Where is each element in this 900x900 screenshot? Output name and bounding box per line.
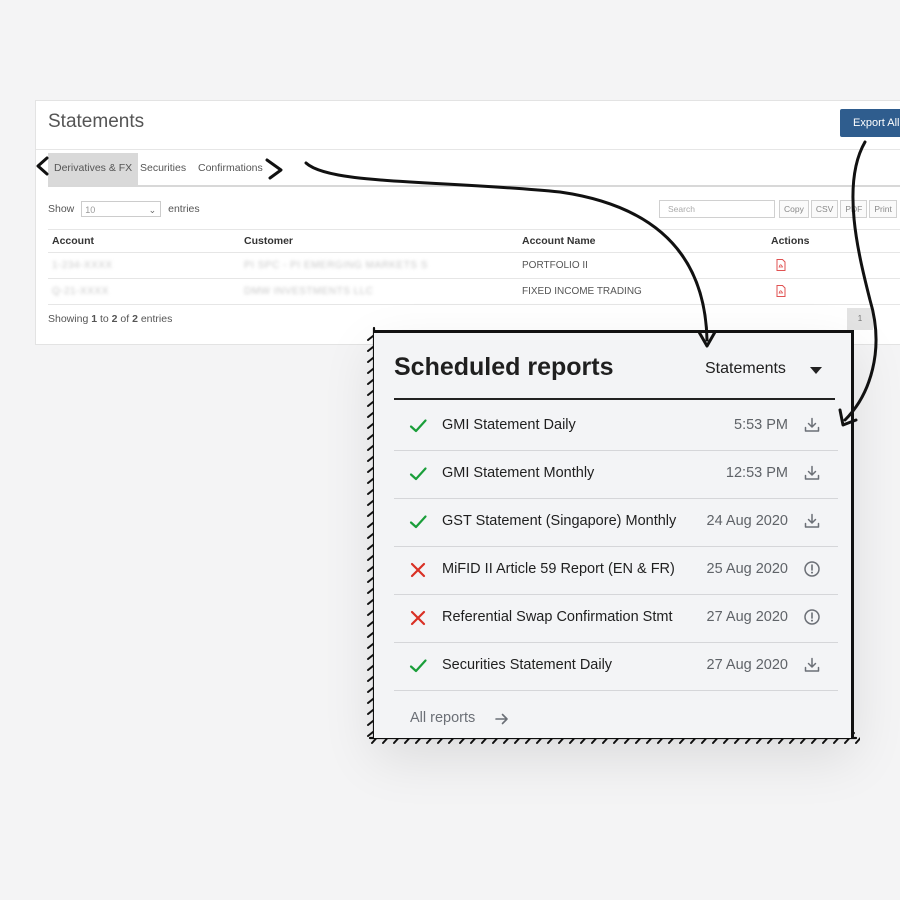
entries-label: entries	[168, 202, 200, 215]
page-title: Statements	[48, 111, 145, 132]
page-length-control: Show 10 ⌄ entries	[48, 201, 200, 217]
pdf-icon[interactable]	[776, 285, 786, 297]
export-button-group: Copy CSV PDF Print	[779, 200, 899, 218]
entries-select-value: 10	[85, 205, 96, 215]
report-name: GMI Statement Monthly	[442, 465, 595, 481]
divider	[394, 398, 835, 400]
account-cell: Q-21-XXXX	[52, 286, 109, 297]
report-time: 12:53 PM	[725, 465, 788, 481]
statements-panel: Statements Export All Derivatives & FX S…	[35, 100, 900, 345]
report-time: 5:53 PM	[734, 417, 788, 433]
report-row[interactable]: Referential Swap Confirmation Stmt 27 Aug…	[394, 594, 838, 643]
customer-cell: PI SPC - PI EMERGING MARKETS S	[244, 260, 428, 271]
entries-select[interactable]: 10 ⌄	[81, 201, 162, 217]
table-row: 1-234-XXXX PI SPC - PI EMERGING MARKETS …	[48, 253, 900, 279]
csv-button[interactable]: CSV	[810, 200, 839, 218]
tab-bar: Derivatives & FX Securities Confirmation…	[48, 153, 900, 187]
pdf-icon[interactable]	[776, 259, 786, 271]
tab-confirmations[interactable]: Confirmations	[198, 153, 263, 185]
check-icon	[409, 659, 427, 673]
export-all-button[interactable]: Export All	[840, 109, 900, 137]
report-row[interactable]: MiFID II Article 59 Report (EN & FR) 25 A…	[394, 546, 838, 595]
download-icon[interactable]	[803, 416, 821, 434]
card-title: Scheduled reports	[394, 353, 614, 381]
alert-icon[interactable]	[803, 560, 821, 578]
download-icon[interactable]	[803, 656, 821, 674]
statements-table: Account Customer Account Name Actions 1-…	[48, 229, 900, 305]
report-name: GST Statement (Singapore) Monthly	[442, 513, 677, 529]
column-header-actions: Actions	[771, 235, 810, 247]
report-row[interactable]: GST Statement (Singapore) Monthly 24 Aug …	[394, 498, 838, 547]
column-header-account[interactable]: Account	[52, 235, 94, 247]
check-icon	[409, 419, 427, 433]
account-cell: 1-234-XXXX	[52, 260, 113, 271]
table-info: Showing 1 to 2 of 2 entries	[48, 313, 172, 325]
pdf-button[interactable]: PDF	[840, 200, 868, 218]
check-icon	[409, 515, 427, 529]
table-row: Q-21-XXXX DMW INVESTMENTS LLC FIXED INCO…	[48, 279, 900, 305]
x-icon	[410, 562, 426, 578]
report-name: GMI Statement Daily	[442, 417, 576, 433]
report-row[interactable]: Securities Statement Daily 27 Aug 2020	[394, 642, 838, 691]
customer-cell: DMW INVESTMENTS LLC	[244, 286, 374, 297]
report-name: Referential Swap Confirmation Stmt	[442, 609, 673, 625]
showing-suffix: entries	[137, 313, 173, 325]
x-icon	[410, 610, 426, 626]
check-icon	[409, 467, 427, 481]
all-reports-link[interactable]: All reports	[410, 710, 475, 726]
show-label: Show	[48, 202, 75, 215]
caret-down-icon[interactable]	[810, 367, 822, 374]
report-time: 27 Aug 2020	[706, 657, 788, 673]
account-name-cell: FIXED INCOME TRADING	[522, 286, 642, 297]
table-header: Account Customer Account Name Actions	[48, 229, 900, 253]
report-row[interactable]: GMI Statement Daily 5:53 PM	[394, 402, 838, 451]
report-row[interactable]: GMI Statement Monthly 12:53 PM	[394, 450, 838, 499]
scheduled-reports-card: Scheduled reports Statements GMI Stateme…	[374, 330, 854, 738]
column-header-account-name[interactable]: Account Name	[522, 235, 596, 247]
print-button[interactable]: Print	[869, 200, 897, 218]
scheduled-reports-callout: Scheduled reports Statements GMI Stateme…	[366, 322, 860, 747]
tab-securities[interactable]: Securities	[140, 153, 186, 185]
divider	[36, 149, 900, 150]
showing-prefix: Showing	[48, 313, 92, 325]
column-header-customer[interactable]: Customer	[244, 235, 293, 247]
download-icon[interactable]	[803, 464, 821, 482]
report-time: 24 Aug 2020	[706, 513, 788, 529]
copy-button[interactable]: Copy	[779, 200, 809, 218]
showing-of-word: of	[117, 313, 133, 325]
tab-derivatives-fx[interactable]: Derivatives & FX	[48, 153, 139, 185]
report-time: 27 Aug 2020	[706, 609, 788, 625]
account-name-cell: PORTFOLIO II	[522, 260, 588, 271]
showing-to-word: to	[97, 313, 112, 325]
chevron-down-icon: ⌄	[148, 205, 157, 215]
search-input[interactable]: Search	[659, 200, 775, 218]
report-time: 25 Aug 2020	[706, 561, 788, 577]
report-name: Securities Statement Daily	[442, 657, 613, 673]
report-name: MiFID II Article 59 Report (EN & FR)	[442, 561, 675, 577]
arrow-right-icon[interactable]	[494, 712, 510, 726]
report-type-dropdown[interactable]: Statements	[705, 360, 786, 378]
download-icon[interactable]	[803, 512, 821, 530]
alert-icon[interactable]	[803, 608, 821, 626]
